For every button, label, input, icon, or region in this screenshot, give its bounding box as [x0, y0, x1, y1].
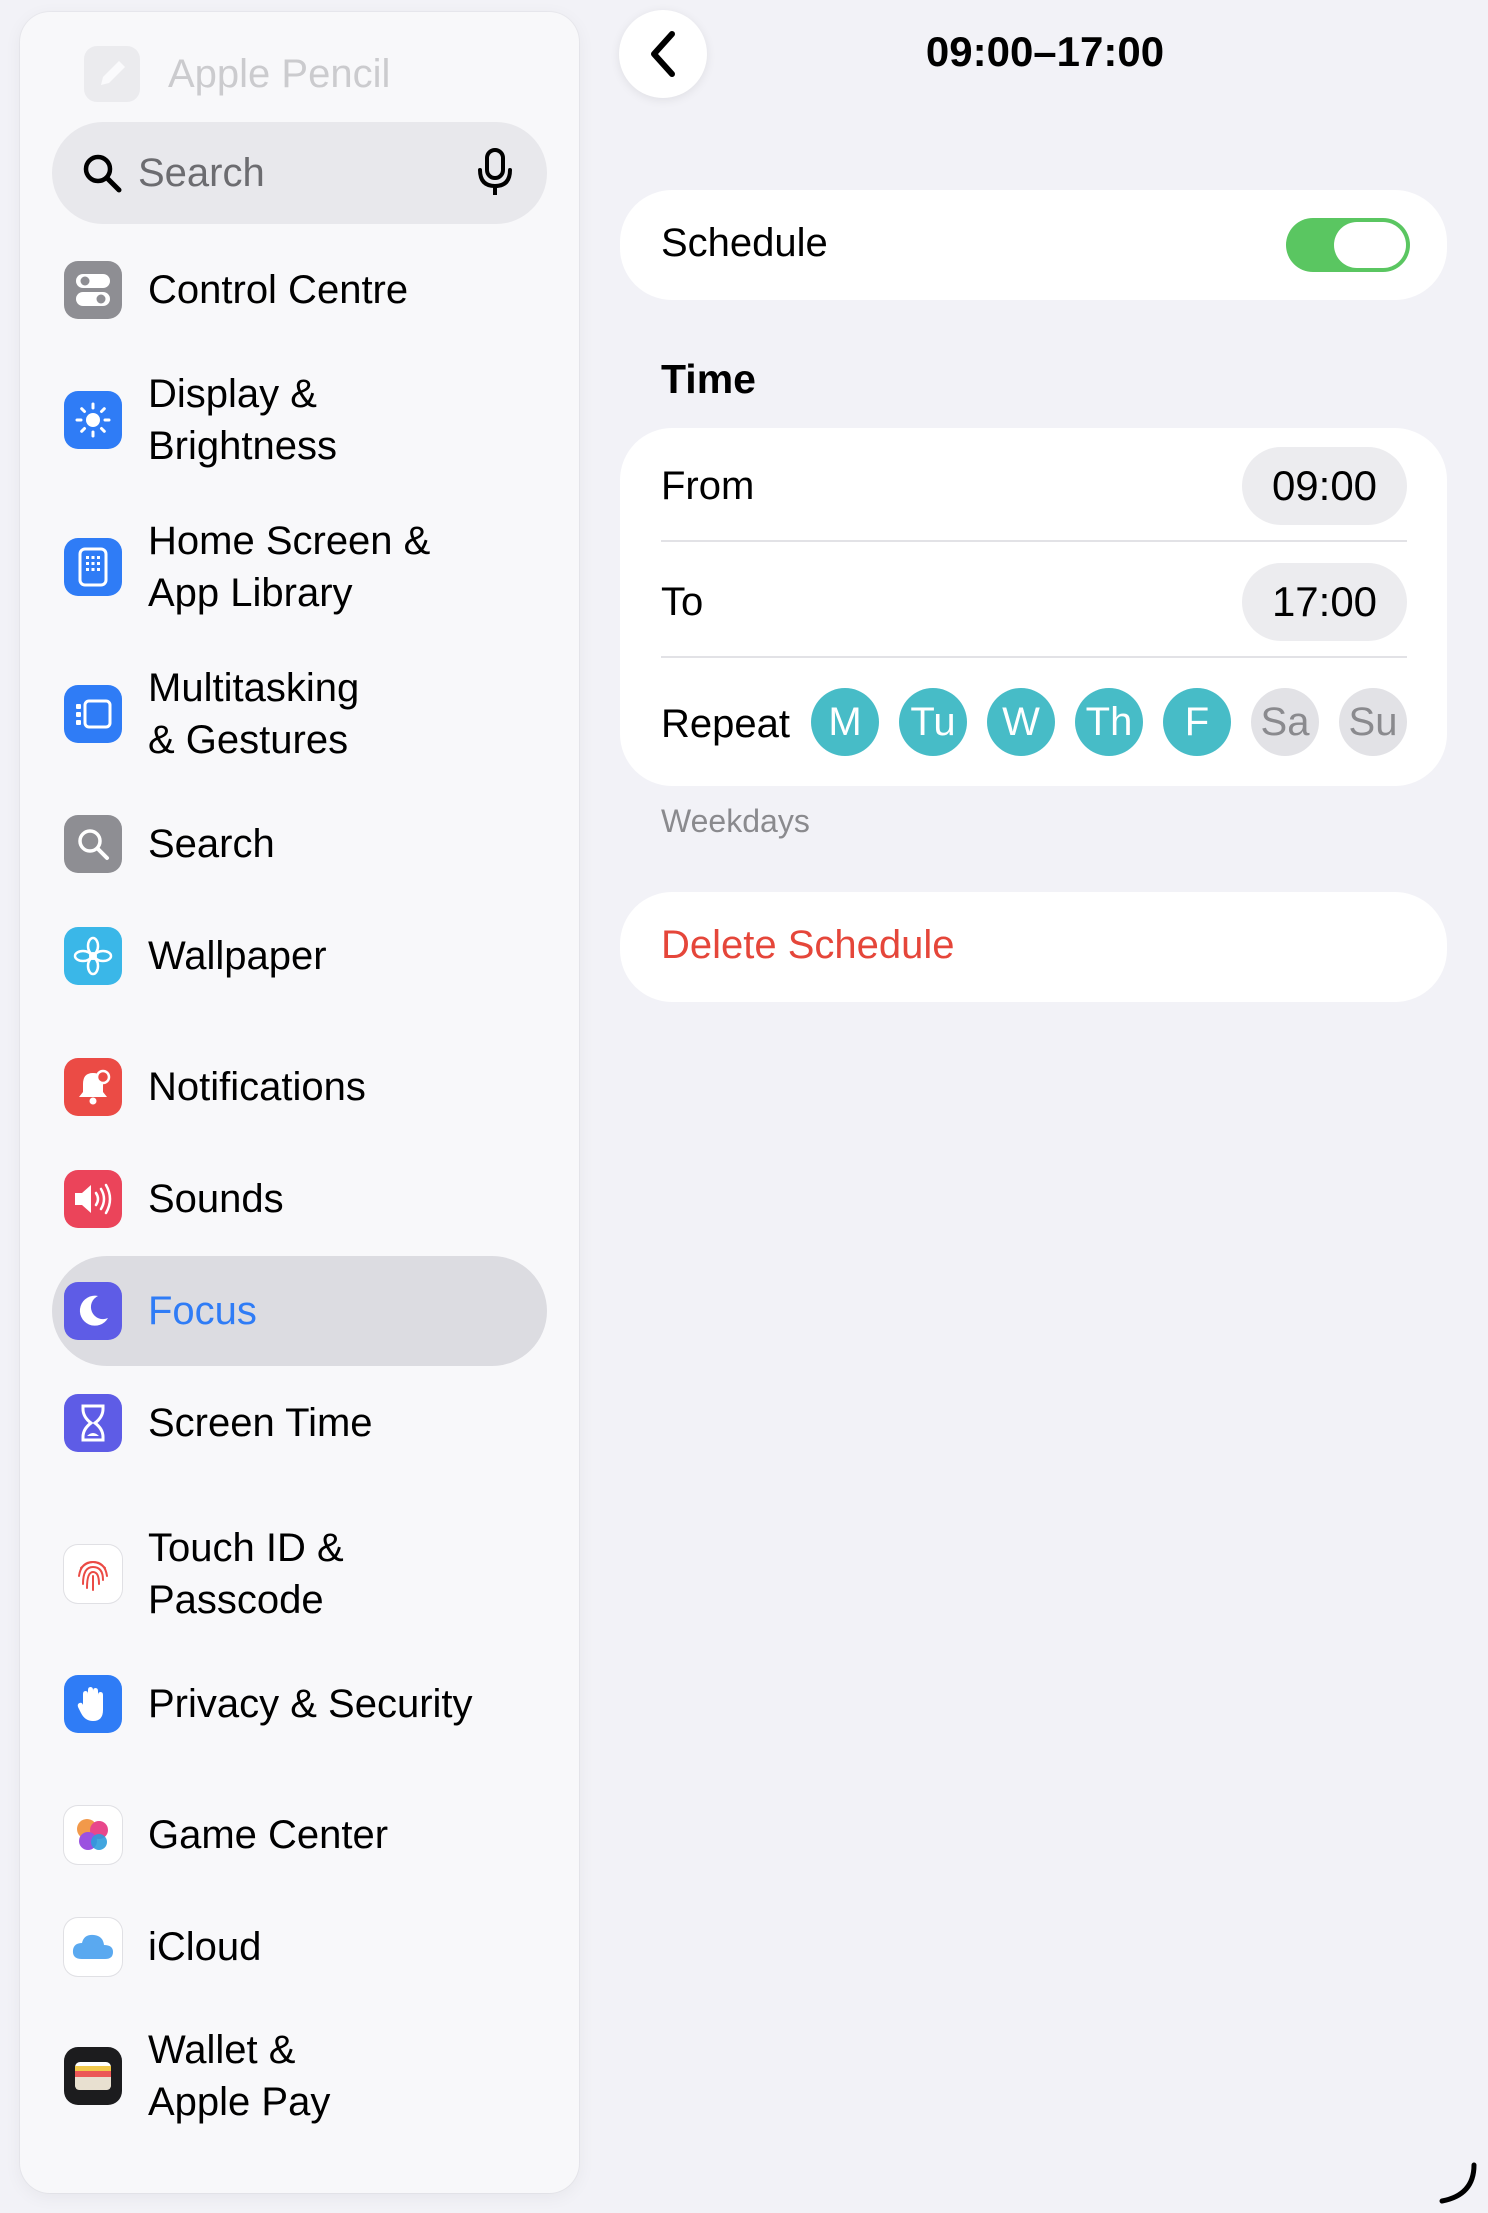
back-button[interactable]	[619, 10, 707, 98]
chevron-left-icon	[651, 31, 675, 77]
magnifier-icon	[64, 815, 122, 873]
time-card: From 09:00 To 17:00 Repeat M Tu W Th F S…	[620, 428, 1447, 786]
schedule-row: Schedule	[620, 190, 1447, 300]
schedule-toggle[interactable]	[1286, 218, 1410, 272]
bell-icon	[64, 1058, 122, 1116]
sidebar-item-label: Wallet & Apple Pay	[148, 2028, 331, 2124]
sidebar-item-label: Multitasking & Gestures	[148, 666, 360, 762]
sidebar-item-control-centre[interactable]: Control Centre	[64, 261, 408, 319]
game-center-icon	[64, 1806, 122, 1864]
sidebar-item-home-screen[interactable]: Home Screen & App Library	[64, 515, 430, 619]
divider	[661, 540, 1407, 542]
moon-icon	[64, 1282, 122, 1340]
hourglass-icon	[64, 1394, 122, 1452]
pencil-icon	[84, 46, 140, 102]
from-label: From	[661, 464, 755, 508]
sidebar-item-label: Focus	[148, 1289, 257, 1333]
sidebar-item-wallpaper[interactable]: Wallpaper	[64, 927, 327, 985]
day-tuesday[interactable]: Tu	[899, 688, 967, 756]
sidebar-item-privacy-security[interactable]: Privacy & Security	[64, 1675, 473, 1733]
search-icon	[78, 149, 126, 197]
schedule-label: Schedule	[661, 221, 828, 265]
sidebar-item-search[interactable]: Search	[64, 815, 275, 873]
sidebar-item-label: Sounds	[148, 1177, 284, 1221]
sidebar-item-label: Screen Time	[148, 1401, 373, 1445]
sidebar-item-label: Wallpaper	[148, 934, 327, 978]
fingerprint-icon	[64, 1545, 122, 1603]
divider	[661, 656, 1407, 658]
day-wednesday[interactable]: W	[987, 688, 1055, 756]
sidebar-item-label: Search	[148, 822, 275, 866]
sidebar-item-game-center[interactable]: Game Center	[64, 1806, 388, 1864]
repeat-label: Repeat	[661, 702, 790, 746]
sidebar-item-label: Game Center	[148, 1813, 389, 1857]
sidebar-item-label: Home Screen & App Library	[148, 519, 431, 615]
flower-icon	[64, 927, 122, 985]
sidebar-item-wallet[interactable]: Wallet & Apple Pay	[64, 2024, 330, 2128]
toggle-knob	[1334, 222, 1406, 268]
multitasking-icon	[64, 685, 122, 743]
sidebar-item-label: Control Centre	[148, 268, 409, 312]
sidebar-item-icloud[interactable]: iCloud	[64, 1918, 261, 1976]
sidebar-item-touch-id[interactable]: Touch ID & Passcode	[64, 1522, 344, 1626]
day-sunday[interactable]: Su	[1339, 688, 1407, 756]
sidebar-item-apple-pencil[interactable]: Apple Pencil	[84, 46, 390, 102]
sidebar-item-display-brightness[interactable]: Display & Brightness	[64, 368, 337, 472]
microphone-icon[interactable]	[473, 147, 517, 199]
sidebar-item-label: iCloud	[148, 1925, 262, 1969]
search-field[interactable]: Search	[52, 122, 547, 224]
sidebar-item-label: Apple Pencil	[168, 51, 391, 96]
to-label: To	[661, 580, 704, 624]
hand-icon	[64, 1675, 122, 1733]
sidebar-item-sounds[interactable]: Sounds	[64, 1170, 284, 1228]
page-title: 09:00–17:00	[925, 28, 1165, 75]
sidebar-item-label: Display & Brightness	[148, 372, 337, 468]
sidebar-item-label: Touch ID & Passcode	[148, 1526, 344, 1622]
to-time-button[interactable]: 17:00	[1242, 563, 1407, 641]
phone-grid-icon	[64, 538, 122, 596]
sidebar-item-label: Notifications	[148, 1065, 366, 1109]
switches-icon	[64, 261, 122, 319]
sun-icon	[64, 391, 122, 449]
sidebar-item-notifications[interactable]: Notifications	[64, 1058, 366, 1116]
day-monday[interactable]: M	[811, 688, 879, 756]
from-time-button[interactable]: 09:00	[1242, 447, 1407, 525]
delete-schedule-label: Delete Schedule	[661, 923, 955, 967]
repeat-summary: Weekdays	[661, 803, 810, 839]
section-header-time: Time	[661, 356, 756, 402]
speaker-icon	[64, 1170, 122, 1228]
sidebar-item-label: Privacy & Security	[148, 1682, 473, 1726]
delete-schedule-button[interactable]: Delete Schedule	[620, 892, 1447, 1002]
day-saturday[interactable]: Sa	[1251, 688, 1319, 756]
wallet-icon	[64, 2047, 122, 2105]
sidebar-item-screen-time[interactable]: Screen Time	[64, 1394, 373, 1452]
sidebar-item-focus[interactable]: Focus	[64, 1282, 257, 1340]
day-friday[interactable]: F	[1163, 688, 1231, 756]
sidebar-item-multitasking[interactable]: Multitasking & Gestures	[64, 662, 359, 766]
day-thursday[interactable]: Th	[1075, 688, 1143, 756]
search-input[interactable]: Search	[138, 151, 473, 196]
cloud-icon	[64, 1918, 122, 1976]
window-resize-handle[interactable]	[1436, 2161, 1480, 2205]
